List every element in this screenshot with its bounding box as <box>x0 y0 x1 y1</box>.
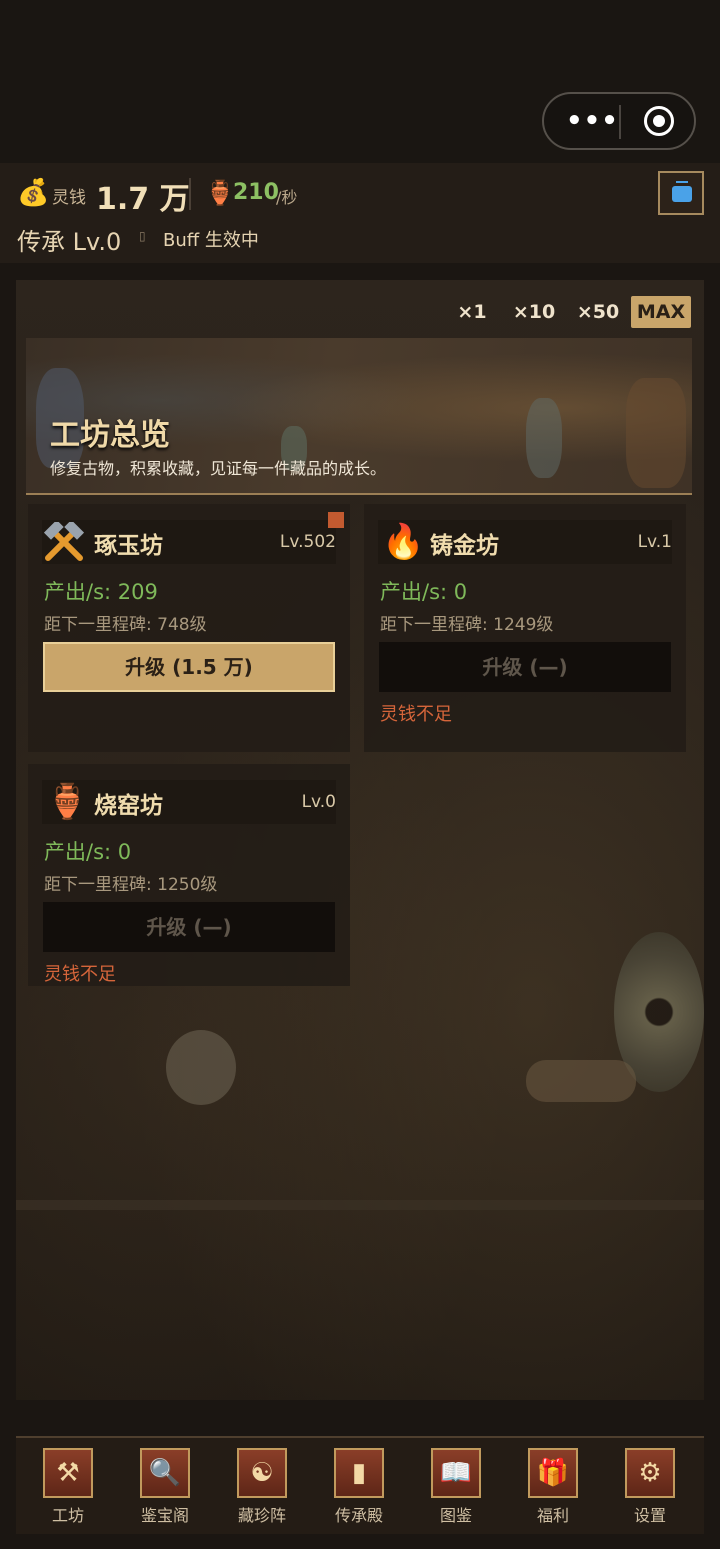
workshop-card-zhuoyu: 琢玉坊 Lv.502 产出/s: 209 距下一里程碑: 748级 升级 (1.… <box>28 504 350 752</box>
workshop-output: 产出/s: 0 <box>380 580 468 604</box>
nav-label: 福利 <box>536 1506 569 1525</box>
fire-icon: 🔥 <box>382 522 425 562</box>
vase-decoration <box>626 378 686 488</box>
workshop-name: 铸金坊 <box>430 533 499 559</box>
nav-label: 图鉴 <box>439 1506 472 1525</box>
capsule-divider <box>619 105 621 139</box>
workshop-panel: ×1 ×10 ×50 MAX 工坊总览 修复古物，积累收藏，见证每一件藏品的成长… <box>16 280 704 1400</box>
upgrade-button[interactable]: 升级 (1.5 万) <box>43 642 335 692</box>
nav-item-settings[interactable]: ⚙ 设置 <box>610 1448 690 1526</box>
tv-ad-button[interactable] <box>658 171 704 215</box>
nav-item-codex[interactable]: 📖 图鉴 <box>416 1448 496 1526</box>
bagua-icon: ☯ <box>237 1448 287 1498</box>
nav-label: 鉴宝阁 <box>140 1506 189 1525</box>
nav-item-heritage[interactable]: ▮ 传承殿 <box>319 1448 399 1526</box>
tv-icon <box>672 186 692 202</box>
insufficient-funds-warning: 灵钱不足 <box>44 964 116 985</box>
mini-program-capsule: ••• <box>542 92 696 150</box>
chest-icon: 🎁 <box>528 1448 578 1498</box>
workshop-name: 烧窑坊 <box>94 793 163 819</box>
table-edge-decoration <box>16 1200 704 1210</box>
stele-icon: ▮ <box>334 1448 384 1498</box>
vase-decoration <box>526 398 562 478</box>
workshop-output: 产出/s: 0 <box>44 840 132 864</box>
workshop-header: 🔥 铸金坊 Lv.1 <box>378 520 672 564</box>
nav-label: 设置 <box>633 1506 666 1525</box>
currency-value: 1.7 万 <box>96 182 190 217</box>
workshop-header: 琢玉坊 Lv.502 <box>42 520 336 564</box>
jar-icon: 🏺 <box>205 179 235 207</box>
upgrade-button[interactable]: 升级 (—) <box>43 902 335 952</box>
money-bag-icon: 💰 <box>17 178 50 208</box>
bottom-nav: ⚒ 工坊 🔍 鉴宝阁 ☯ 藏珍阵 ▮ 传承殿 📖 图鉴 🎁 福利 ⚙ 设置 <box>16 1436 704 1534</box>
income-rate-unit: /秒 <box>276 188 298 207</box>
multiplier-x1[interactable]: ×1 <box>452 296 492 328</box>
multiplier-x10[interactable]: ×10 <box>508 296 560 328</box>
nav-item-appraisal[interactable]: 🔍 鉴宝阁 <box>125 1448 205 1526</box>
more-menu-icon[interactable]: ••• <box>566 108 619 134</box>
workshop-milestone: 距下一里程碑: 1249级 <box>380 615 554 635</box>
currency-label: 灵钱 <box>52 188 86 208</box>
nav-item-formation[interactable]: ☯ 藏珍阵 <box>222 1448 302 1526</box>
workshop-output: 产出/s: 209 <box>44 580 158 604</box>
workshop-header: 🏺 烧窑坊 Lv.0 <box>42 780 336 824</box>
anvil-icon: ⚒ <box>43 1448 93 1498</box>
status-divider <box>189 178 191 210</box>
banner-subtitle: 修复古物，积累收藏，见证每一件藏品的成长。 <box>50 459 387 478</box>
book-icon: 📖 <box>431 1448 481 1498</box>
workshop-milestone: 距下一里程碑: 1250级 <box>44 875 218 895</box>
amphora-icon: 🏺 <box>46 782 89 822</box>
magnifier-jar-icon: 🔍 <box>140 1448 190 1498</box>
nav-item-workshop[interactable]: ⚒ 工坊 <box>28 1448 108 1526</box>
hammer-icon <box>43 522 85 561</box>
workshop-milestone: 距下一里程碑: 748级 <box>44 615 207 635</box>
inheritance-level: 传承 Lv.0 <box>17 228 122 256</box>
workshop-level: Lv.0 <box>301 792 336 812</box>
banner-title: 工坊总览 <box>50 418 170 453</box>
workshop-card-shaoyao: 🏺 烧窑坊 Lv.0 产出/s: 0 距下一里程碑: 1250级 升级 (—) … <box>28 764 350 986</box>
income-rate-value: 210 <box>233 180 279 205</box>
buff-status: Buff 生效中 <box>163 230 259 251</box>
workshop-card-zhujin: 🔥 铸金坊 Lv.1 产出/s: 0 距下一里程碑: 1249级 升级 (—) … <box>364 504 686 752</box>
workshop-level: Lv.502 <box>279 532 336 552</box>
upgrade-button[interactable]: 升级 (—) <box>379 642 671 692</box>
scroll-decoration <box>526 1060 636 1102</box>
nav-label: 传承殿 <box>334 1506 383 1525</box>
multiplier-x50[interactable]: ×50 <box>572 296 624 328</box>
buff-glyph-icon: ▯ <box>139 229 146 243</box>
overview-banner: 工坊总览 修复古物，积累收藏，见证每一件藏品的成长。 <box>26 338 692 495</box>
close-target-icon[interactable] <box>644 106 674 136</box>
jade-bowl-decoration <box>166 1030 236 1105</box>
workshop-level: Lv.1 <box>637 532 672 552</box>
multiplier-max[interactable]: MAX <box>631 296 691 328</box>
nav-label: 工坊 <box>51 1506 84 1525</box>
nav-item-welfare[interactable]: 🎁 福利 <box>513 1448 593 1526</box>
nav-label: 藏珍阵 <box>237 1506 286 1525</box>
workshop-name: 琢玉坊 <box>94 533 163 559</box>
notification-badge <box>328 512 344 528</box>
insufficient-funds-warning: 灵钱不足 <box>380 704 452 725</box>
gear-icon: ⚙ <box>625 1448 675 1498</box>
